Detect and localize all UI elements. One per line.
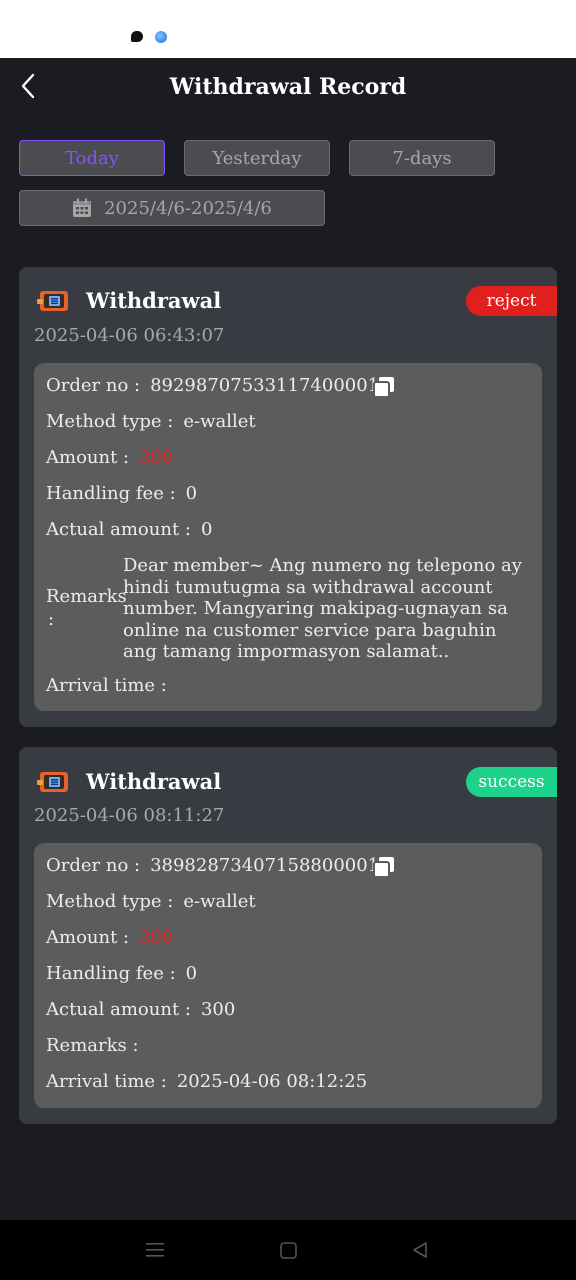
order-no-row: Order no : 892987075331174000​01: [46, 375, 379, 396]
handling-fee-value: 0: [185, 963, 198, 984]
arrival-time-label: Arrival time :: [46, 675, 167, 696]
actual-amount-label: Actual amount :: [46, 999, 191, 1020]
actual-amount-row: Actual amount : 300: [46, 999, 235, 1020]
arrival-time-label: Arrival time :: [46, 1071, 167, 1092]
copy-icon[interactable]: [373, 376, 395, 398]
handling-fee-row: Handling fee : 0: [46, 483, 197, 504]
method-type-value: e-wallet: [183, 411, 256, 432]
actual-amount-label: Actual amount :: [46, 519, 191, 540]
handling-fee-label: Handling fee :: [46, 963, 176, 984]
remarks-colon: :: [48, 609, 55, 630]
arrival-time-value: 2025-04-06 08:12:25: [176, 1071, 368, 1092]
filter-today-button[interactable]: Today: [19, 140, 165, 176]
handling-fee-row: Handling fee : 0: [46, 963, 197, 984]
order-no-value: 389828734071588000​01: [150, 855, 380, 876]
method-type-label: Method type :: [46, 891, 174, 912]
remarks-label: Remarks: [46, 586, 127, 607]
order-no-value: 892987075331174000​01: [150, 375, 380, 396]
record-time: 2025-04-06 06:43:07: [34, 325, 225, 346]
record-time: 2025-04-06 08:11:27: [34, 805, 225, 826]
record-details: Order no : 389828734071588000​01 Method t…: [34, 843, 542, 1108]
amount-value: 300: [139, 927, 174, 948]
order-no-row: Order no : 389828734071588000​01: [46, 855, 379, 876]
handling-fee-value: 0: [185, 483, 198, 504]
filter-yesterday-button[interactable]: Yesterday: [184, 140, 330, 176]
actual-amount-value: 300: [200, 999, 236, 1020]
actual-amount-value: 0: [200, 519, 213, 540]
remarks-label: Remarks :: [46, 1035, 139, 1056]
calendar-icon: [73, 198, 92, 217]
actual-amount-row: Actual amount : 0: [46, 519, 212, 540]
header: Withdrawal Record: [0, 58, 576, 118]
record-details: Order no : 892987075331174000​01 Method t…: [34, 363, 542, 711]
order-no-label: Order no :: [46, 375, 141, 396]
method-type-row: Method type : e-wallet: [46, 411, 256, 432]
app-notification-icon: [155, 31, 167, 43]
date-range-picker[interactable]: 2025/4/6-2025/4/6: [19, 190, 325, 226]
method-type-label: Method type :: [46, 411, 174, 432]
back-nav-icon[interactable]: [411, 1241, 429, 1259]
date-range-label: 2025/4/6-2025/4/6: [104, 197, 272, 219]
order-no-label: Order no :: [46, 855, 141, 876]
amount-row: Amount : 300: [46, 447, 173, 468]
amount-label: Amount :: [46, 447, 130, 468]
amount-row: Amount : 300: [46, 927, 173, 948]
method-type-row: Method type : e-wallet: [46, 891, 256, 912]
recent-apps-icon[interactable]: [146, 1242, 164, 1258]
method-type-value: e-wallet: [183, 891, 256, 912]
handling-fee-label: Handling fee :: [46, 483, 176, 504]
withdrawal-record-card: Withdrawal success 2025-04-06 08:11:27 O…: [19, 747, 557, 1124]
filter-7days-button[interactable]: 7-days: [349, 140, 495, 176]
amount-value: 300: [139, 447, 174, 468]
arrival-time-row: Arrival time :: [46, 675, 177, 696]
status-badge: success: [466, 767, 557, 797]
copy-icon[interactable]: [373, 856, 395, 878]
wallet-icon: [37, 291, 68, 311]
status-badge: reject: [466, 286, 557, 316]
withdrawal-record-card: Withdrawal reject 2025-04-06 06:43:07 Or…: [19, 267, 557, 727]
arrival-time-row: Arrival time : 2025-04-06 08:12:25: [46, 1071, 367, 1092]
page-title: Withdrawal Record: [169, 74, 407, 100]
chat-notification-icon: [131, 31, 143, 42]
remarks-row: Remarks :: [46, 1035, 149, 1056]
system-nav-bar: [0, 1220, 576, 1280]
home-icon[interactable]: [280, 1242, 297, 1259]
wallet-icon: [37, 772, 68, 792]
record-title: Withdrawal: [86, 769, 222, 794]
record-title: Withdrawal: [86, 288, 222, 313]
status-bar: [0, 0, 576, 58]
amount-label: Amount :: [46, 927, 130, 948]
remarks-value: Dear member~ Ang numero ng telepono ay h…: [123, 555, 522, 662]
